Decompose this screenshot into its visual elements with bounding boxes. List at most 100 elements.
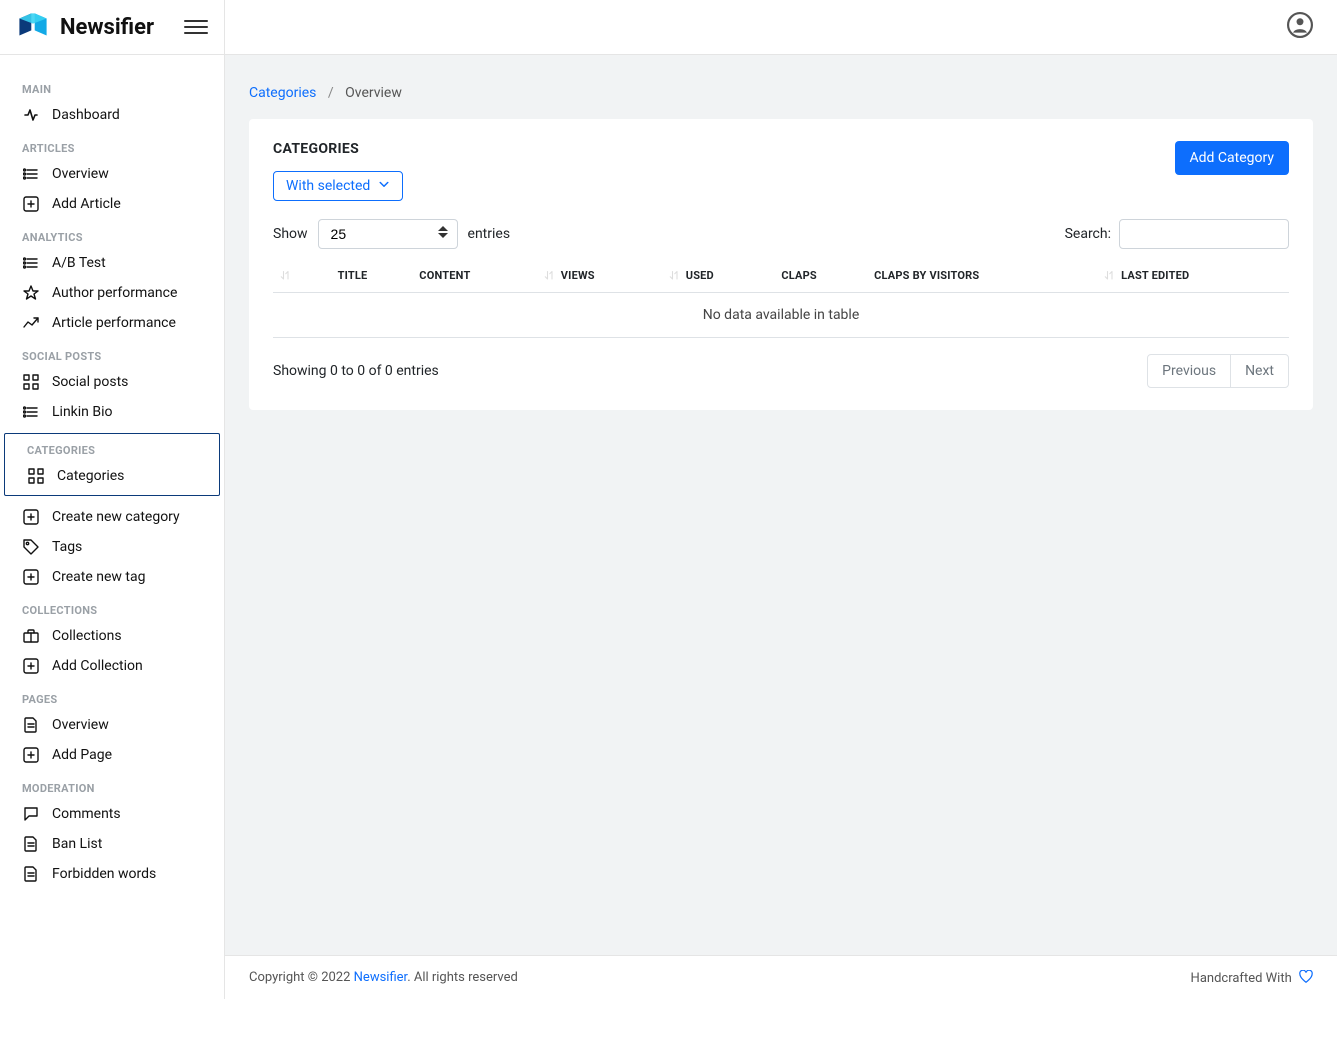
sidebar-item-label: Overview [52,717,109,733]
sidebar-item-label: Categories [57,468,124,484]
sidebar-item-add-article[interactable]: Add Article [0,189,224,219]
sidebar-item-create-new-category[interactable]: Create new category [0,502,224,532]
sidebar-item-social-posts[interactable]: Social posts [0,367,224,397]
categories-card: CATEGORIES With selected Add Category [249,119,1313,410]
pager-previous[interactable]: Previous [1148,355,1230,387]
showing-text: Showing 0 to 0 of 0 entries [273,363,439,379]
sidebar-item-categories[interactable]: Categories [5,461,219,491]
file-icon [22,835,40,853]
briefcase-icon [22,627,40,645]
col-title[interactable]: TITLE [332,259,414,293]
sidebar-item-article-performance[interactable]: Article performance [0,308,224,338]
main: Categories / Overview CATEGORIES With se… [225,55,1337,999]
col-content[interactable]: CONTENT [413,259,536,293]
list-icon [22,403,40,421]
sidebar-item-tags[interactable]: Tags [0,532,224,562]
user-avatar-icon[interactable] [1287,12,1313,42]
search-control: Search: [1065,219,1289,249]
add-category-label: Add Category [1190,150,1274,166]
sidebar-item-forbidden-words[interactable]: Forbidden words [0,859,224,889]
grid-icon [22,373,40,391]
footer-brand-link[interactable]: Newsifier [354,970,408,985]
plus-square-icon [22,508,40,526]
star-icon [22,284,40,302]
col-sortspacer[interactable] [273,259,332,293]
heart-icon [1295,971,1313,986]
entries-select[interactable]: 25 [318,219,458,249]
sidebar-item-label: Add Page [52,747,112,763]
nav-section-title: PAGES [0,681,224,710]
sidebar-item-label: Comments [52,806,121,822]
nav-section-title: ANALYTICS [0,219,224,248]
pager-next[interactable]: Next [1230,355,1288,387]
plus-square-icon [22,746,40,764]
sidebar-item-add-collection[interactable]: Add Collection [0,651,224,681]
plus-square-icon [22,195,40,213]
show-label: Show [273,226,308,242]
sort-icon [1103,270,1115,282]
col-label: CLAPS BY VISITORS [874,269,979,282]
footer: Copyright © 2022 Newsifier. All rights r… [225,955,1337,999]
nav-section-title: CATEGORIES [5,434,219,461]
topbar-right [1287,12,1337,42]
sidebar-item-label: Add Collection [52,658,143,674]
sidebar-item-label: Create new category [52,509,180,525]
categories-table: TITLECONTENTVIEWSUSED CLAPS CLAPS BY VISIT… [273,259,1289,338]
with-selected-label: With selected [286,178,370,194]
activity-icon [22,106,40,124]
chevron-down-icon [378,178,390,194]
sidebar: MAINDashboardARTICLESOverviewAdd Article… [0,55,225,999]
col-cbv[interactable]: CLAPS BY VISITORS [868,259,1097,293]
breadcrumb: Categories / Overview [249,85,1313,101]
grid-icon [27,467,45,485]
sidebar-item-create-new-tag[interactable]: Create new tag [0,562,224,592]
sidebar-item-ban-list[interactable]: Ban List [0,829,224,859]
sidebar-item-label: Article performance [52,315,176,331]
sidebar-item-overview[interactable]: Overview [0,159,224,189]
plus-square-icon [22,657,40,675]
sidebar-item-label: Tags [52,539,82,555]
search-input[interactable] [1119,219,1289,249]
sidebar-item-overview[interactable]: Overview [0,710,224,740]
entries-control: Show 25 entries [273,219,510,249]
col-lastedited[interactable]: LAST EDITED [1097,259,1289,293]
sidebar-item-label: Social posts [52,374,128,390]
table-empty-row: No data available in table [273,293,1289,338]
card-title: CATEGORIES [273,141,403,157]
nav-section-title: SOCIAL POSTS [0,338,224,367]
col-claps[interactable]: CLAPS [775,259,868,293]
sidebar-item-label: Add Article [52,196,121,212]
brand[interactable]: Newsifier [0,0,225,54]
entries-label: entries [468,226,511,242]
sidebar-item-collections[interactable]: Collections [0,621,224,651]
sidebar-item-label: Linkin Bio [52,404,113,420]
file-icon [22,865,40,883]
add-category-button[interactable]: Add Category [1175,141,1289,175]
sidebar-item-label: Overview [52,166,109,182]
with-selected-dropdown[interactable]: With selected [273,171,403,201]
sort-icon [279,270,291,282]
breadcrumb-current: Overview [345,85,402,101]
topbar: Newsifier [0,0,1337,55]
sidebar-item-author-performance[interactable]: Author performance [0,278,224,308]
sidebar-item-add-page[interactable]: Add Page [0,740,224,770]
sidebar-item-a-b-test[interactable]: A/B Test [0,248,224,278]
col-used[interactable]: USED [662,259,776,293]
nav-section-title: MODERATION [0,770,224,799]
message-icon [22,805,40,823]
copyright-post: . All rights reserved [407,970,518,985]
search-label: Search: [1065,226,1111,242]
breadcrumb-root-link[interactable]: Categories [249,85,316,101]
list-icon [22,165,40,183]
sidebar-item-linkin-bio[interactable]: Linkin Bio [0,397,224,427]
menu-toggle-icon[interactable] [184,15,208,39]
col-views[interactable]: VIEWS [537,259,662,293]
list-icon [22,254,40,272]
copyright-pre: Copyright © 2022 [249,970,354,985]
sidebar-item-label: Dashboard [52,107,120,123]
footer-right: Handcrafted With [1191,970,1313,986]
trend-icon [22,314,40,332]
sidebar-item-comments[interactable]: Comments [0,799,224,829]
sidebar-item-dashboard[interactable]: Dashboard [0,100,224,130]
col-label: CLAPS [781,269,817,282]
